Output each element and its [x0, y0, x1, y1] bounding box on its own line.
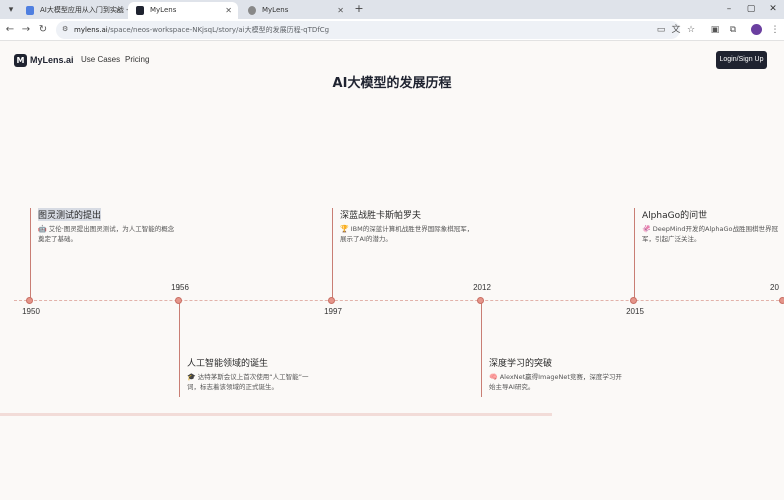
event-desc-text: AlexNet赢得ImageNet竞赛，深度学习开始主导AI研究。	[489, 373, 622, 391]
event-title[interactable]: 深度学习的突破	[489, 356, 552, 369]
event-title[interactable]: 图灵测试的提出	[38, 208, 102, 221]
maximize-icon[interactable]: ▢	[740, 0, 762, 19]
url-host: mylens.ai	[74, 26, 108, 34]
puzzle-icon[interactable]: ⧉	[726, 22, 740, 38]
close-window-icon[interactable]: ✕	[762, 0, 784, 19]
logo[interactable]: M MyLens.ai	[14, 53, 74, 67]
site-info-icon[interactable]: ⚙	[62, 25, 71, 34]
reload-icon[interactable]: ↻	[36, 22, 50, 38]
event-desc-text: DeepMind开发的AlphaGo战胜围棋世界冠军，引起广泛关注。	[642, 225, 779, 243]
url-text[interactable]: mylens.ai/space/neos-workspace-NKjsqL/st…	[74, 21, 329, 39]
tab-title: MyLens	[262, 6, 289, 14]
event-desc: 🎓 达特茅斯会议上首次使用“人工智能”一词，标志着该领域的正式诞生。	[187, 372, 321, 392]
logo-mark-icon: M	[14, 53, 27, 67]
profile-avatar[interactable]	[751, 24, 762, 35]
translate-icon[interactable]: 文	[669, 22, 683, 38]
brain-emoji-icon: 🧠	[489, 373, 498, 381]
event-title[interactable]: 深蓝战胜卡斯帕罗夫	[340, 208, 421, 221]
timeline-stem	[481, 301, 482, 397]
graduation-cap-emoji-icon: 🎓	[187, 373, 196, 381]
timeline-year: 1997	[324, 307, 342, 316]
bookmark-star-icon[interactable]: ☆	[684, 22, 698, 38]
doc-favicon-icon	[26, 6, 34, 15]
url-path: /space/neos-workspace-NKjsqL/story/ai大模型…	[107, 26, 330, 34]
timeline-year: 1950	[22, 307, 40, 316]
text-cursor-icon: I	[178, 284, 181, 292]
loading-favicon-icon	[248, 6, 256, 15]
trophy-emoji-icon: 🏆	[340, 225, 349, 233]
timeline-stem	[332, 208, 333, 301]
nav-pricing[interactable]: Pricing	[125, 55, 149, 64]
timeline-dot[interactable]	[477, 297, 484, 304]
timeline-year: 20	[770, 283, 779, 292]
timeline-year: 2015	[626, 307, 644, 316]
browser-tab-3[interactable]: MyLens ✕	[240, 2, 350, 19]
event-desc: 🧠 AlexNet赢得ImageNet竞赛，深度学习开始主导AI研究。	[489, 372, 623, 392]
robot-emoji-icon: 🤖	[38, 225, 47, 233]
event-desc: 🤖 艾伦·图灵提出图灵测试，为人工智能的概念奠定了基础。	[38, 224, 178, 244]
minimize-icon[interactable]: –	[718, 0, 740, 19]
extensions-icon[interactable]: ▣	[708, 22, 722, 38]
timeline-dot[interactable]	[328, 297, 335, 304]
mylens-favicon-icon	[136, 6, 144, 15]
timeline-stem	[30, 208, 31, 301]
event-desc: 🦑 DeepMind开发的AlphaGo战胜围棋世界冠军，引起广泛关注。	[642, 224, 778, 244]
logo-text: MyLens.ai	[30, 55, 74, 65]
timeline-axis	[14, 300, 784, 301]
timeline-dot[interactable]	[175, 297, 182, 304]
page-content: M MyLens.ai Use Cases Pricing Login/Sign…	[0, 41, 784, 500]
login-signup-button[interactable]: Login/Sign Up	[716, 51, 767, 69]
timeline-dot[interactable]	[26, 297, 33, 304]
squid-emoji-icon: 🦑	[642, 225, 651, 233]
forward-icon[interactable]: →	[19, 22, 33, 38]
close-tab-icon[interactable]: ✕	[225, 2, 232, 19]
event-desc-text: IBM的深蓝计算机战胜世界国际象棋冠军，展示了AI的潜力。	[340, 225, 474, 243]
event-desc: 🏆 IBM的深蓝计算机战胜世界国际象棋冠军，展示了AI的潜力。	[340, 224, 474, 244]
browser-toolbar: ← → ↻ ⚙ mylens.ai/space/neos-workspace-N…	[0, 19, 784, 41]
event-desc-text: 艾伦·图灵提出图灵测试，为人工智能的概念奠定了基础。	[38, 225, 175, 243]
browser-tab-bar: ▾ AI大模型应用从入门到实战 - 飞... ✕ MyLens ✕ MyLens…	[0, 0, 784, 19]
event-desc-text: 达特茅斯会议上首次使用“人工智能”一词，标志着该领域的正式诞生。	[187, 373, 309, 391]
tab-title: MyLens	[150, 6, 177, 14]
address-bar[interactable]: ⚙ mylens.ai/space/neos-workspace-NKjsqL/…	[56, 21, 680, 39]
browser-tab-1[interactable]: AI大模型应用从入门到实战 - 飞... ✕	[18, 2, 128, 19]
nav-use-cases[interactable]: Use Cases	[81, 55, 120, 64]
horizontal-scrollbar[interactable]	[0, 413, 552, 416]
timeline-dot[interactable]	[630, 297, 637, 304]
browser-tab-2[interactable]: MyLens ✕	[128, 2, 238, 19]
timeline-dot[interactable]	[779, 297, 784, 304]
event-title[interactable]: AlphaGo的问世	[642, 208, 707, 221]
back-icon[interactable]: ←	[3, 22, 17, 38]
timeline-stem	[179, 301, 180, 397]
close-tab-icon[interactable]: ✕	[337, 2, 344, 19]
timeline-year: 2012	[473, 283, 491, 292]
event-title[interactable]: 人工智能领域的诞生	[187, 356, 268, 369]
timeline-stem	[634, 208, 635, 301]
page-title: AI大模型的发展历程	[332, 76, 452, 91]
tab-search-icon[interactable]: ▾	[4, 3, 18, 17]
new-tab-button[interactable]: +	[352, 1, 366, 17]
close-tab-icon[interactable]: ✕	[115, 2, 122, 19]
menu-kebab-icon[interactable]: ⋮	[768, 22, 782, 38]
install-app-icon[interactable]: ▭	[654, 22, 668, 38]
